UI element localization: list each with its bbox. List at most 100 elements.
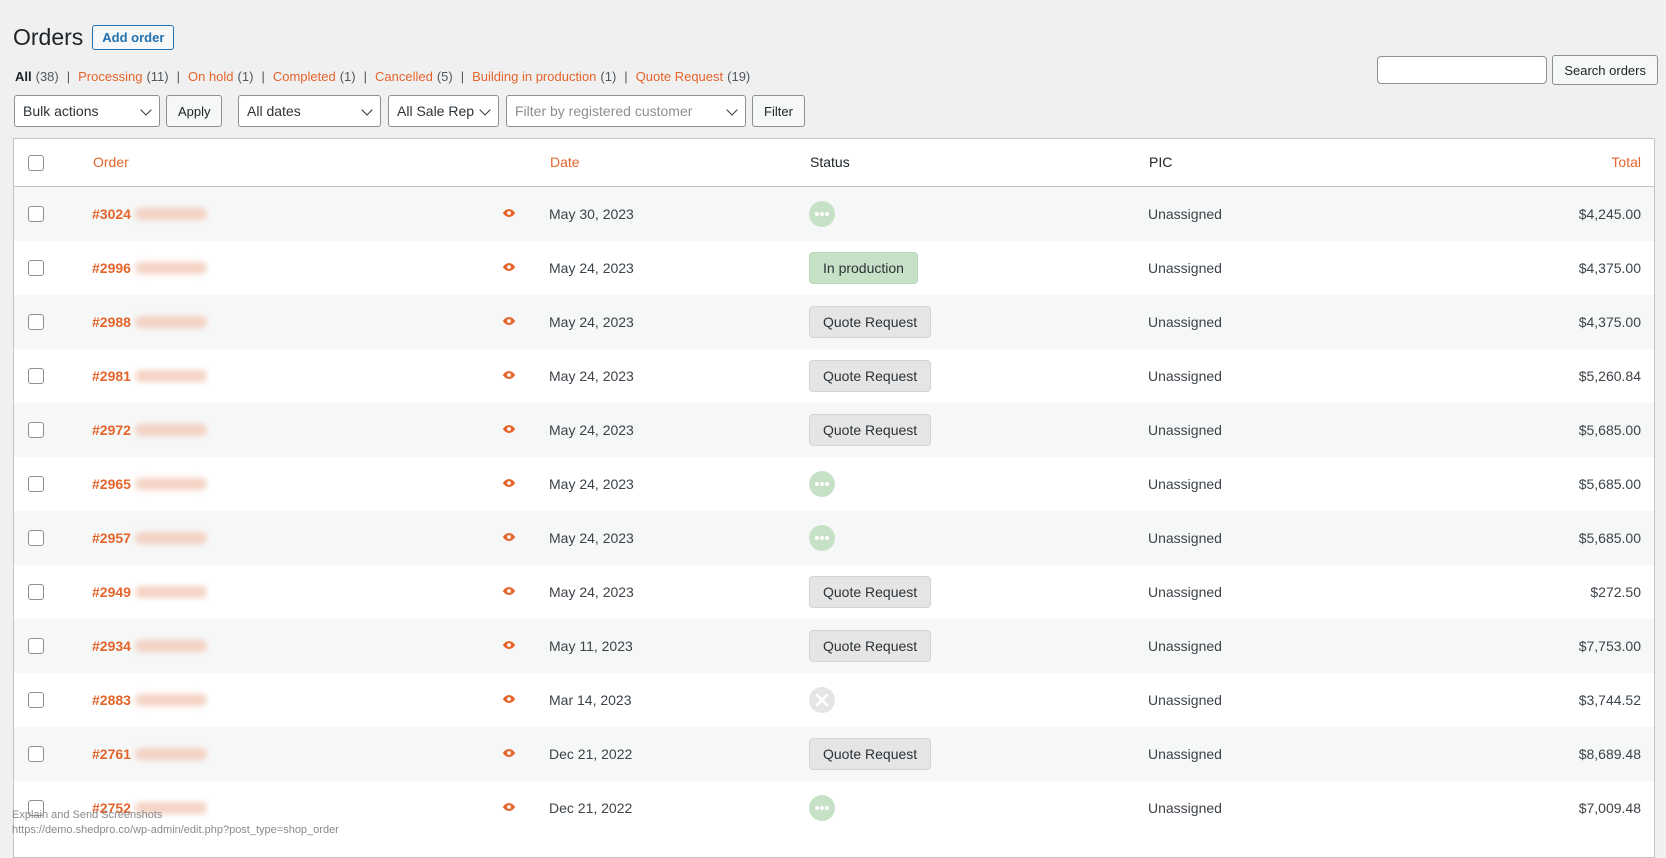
order-date: May 24, 2023 [549,422,634,438]
table-row[interactable]: #2949 May 24, 2023 Quote Request Unassigned… [14,565,1654,619]
pic-cell: Unassigned [1148,565,1222,619]
column-total[interactable]: Total [1611,139,1641,186]
preview-cell [502,403,516,457]
status-filter-processing[interactable]: Processing (11) [78,69,168,84]
row-checkbox[interactable] [28,530,44,546]
preview-cell [502,511,516,565]
date-cell: May 24, 2023 [549,349,634,403]
row-checkbox[interactable] [28,314,44,330]
status-filter-building-in-production[interactable]: Building in production (1) [472,69,616,84]
pic-value: Unassigned [1148,692,1222,708]
column-pic: PIC [1149,154,1173,170]
status-filter-label: On hold [188,69,234,84]
pic-value: Unassigned [1148,800,1222,816]
order-link[interactable]: #2934 [92,638,131,654]
eye-icon[interactable] [502,746,516,763]
status-filter-quote-request[interactable]: Quote Request (19) [636,69,751,84]
order-link[interactable]: #2988 [92,314,131,330]
status-filter-cancelled[interactable]: Cancelled (5) [375,69,453,84]
row-checkbox[interactable] [28,746,44,762]
date-cell: May 24, 2023 [549,511,634,565]
status-filter-completed[interactable]: Completed (1) [273,69,356,84]
dates-select[interactable]: All dates [238,95,381,127]
eye-icon[interactable] [502,800,516,817]
table-row[interactable]: #2981 May 24, 2023 Quote Request Unassigned… [14,349,1654,403]
chevron-down-icon [361,104,373,116]
apply-button[interactable]: Apply [166,95,222,127]
eye-icon[interactable] [502,314,516,331]
status-cell: Quote Request [809,619,932,673]
customer-filter-select[interactable]: Filter by registered customer [506,95,746,127]
order-total: $4,375.00 [1578,260,1641,276]
status-filter-label: Completed [272,69,336,84]
order-total: $5,685.00 [1578,422,1641,438]
eye-icon[interactable] [502,584,516,601]
select-all-checkbox[interactable] [28,154,44,171]
order-total: $3,744.52 [1578,692,1641,708]
order-link[interactable]: #2965 [92,476,131,492]
pic-value: Unassigned [1148,638,1222,654]
eye-icon[interactable] [502,530,516,547]
sale-rep-select[interactable]: All Sale Rep [388,95,499,127]
order-date: May 30, 2023 [549,206,634,222]
date-cell: May 24, 2023 [549,403,634,457]
row-checkbox[interactable] [28,584,44,600]
order-link[interactable]: #2957 [92,530,131,546]
filter-button[interactable]: Filter [752,95,805,127]
eye-icon[interactable] [502,476,516,493]
redacted-customer-name [134,532,207,544]
table-row[interactable]: #3024 May 30, 2023 Unassigned $4,245.00 [14,187,1654,241]
order-link[interactable]: #2949 [92,584,131,600]
eye-icon[interactable] [502,638,516,655]
preview-cell [502,565,516,619]
order-link[interactable]: #2883 [92,692,131,708]
order-link[interactable]: #3024 [92,206,131,222]
order-link[interactable]: #2996 [92,260,131,276]
column-order[interactable]: Order [93,139,129,186]
row-checkbox[interactable] [28,422,44,438]
status-cell [809,187,835,241]
redacted-customer-name [134,208,207,220]
order-total: $7,753.00 [1578,638,1641,654]
status-filter-count: (1) [237,69,254,84]
row-checkbox[interactable] [28,206,44,222]
eye-icon[interactable] [502,692,516,709]
date-cell: Dec 21, 2022 [549,781,632,835]
row-checkbox[interactable] [28,476,44,492]
table-row[interactable]: #2996 May 24, 2023 In production Unassigned… [14,241,1654,295]
add-order-button[interactable]: Add order [92,24,175,50]
status-filter-all[interactable]: All (38) [15,69,59,84]
status-bar-text: Explain and Send Screenshots [12,809,163,821]
separator: | [261,69,265,84]
status-filter-on-hold[interactable]: On hold (1) [188,69,253,84]
table-row[interactable]: #2883 Mar 14, 2023 Unassigned $3,744.52 [14,673,1654,727]
search-orders-button[interactable]: Search orders [1552,55,1658,85]
row-checkbox-cell [28,187,44,241]
table-row[interactable]: #2972 May 24, 2023 Quote Request Unassigned… [14,403,1654,457]
table-row[interactable]: #2934 May 11, 2023 Quote Request Unassigned… [14,619,1654,673]
row-checkbox[interactable] [28,368,44,384]
order-cell: #2957 [92,511,207,565]
status-badge: In production [809,252,918,284]
table-row[interactable]: #2957 May 24, 2023 Unassigned $5,685.00 [14,511,1654,565]
order-link[interactable]: #2981 [92,368,131,384]
preview-cell [502,673,516,727]
eye-icon[interactable] [502,260,516,277]
row-checkbox[interactable] [28,692,44,708]
column-date[interactable]: Date [550,139,580,186]
search-input[interactable] [1377,56,1548,84]
table-row[interactable]: #2965 May 24, 2023 Unassigned $5,685.00 [14,457,1654,511]
order-link[interactable]: #2761 [92,746,131,762]
eye-icon[interactable] [502,422,516,439]
table-row[interactable]: #2761 Dec 21, 2022 Quote Request Unassigned… [14,727,1654,781]
table-row[interactable]: #2988 May 24, 2023 Quote Request Unassigned… [14,295,1654,349]
order-total: $4,375.00 [1578,314,1641,330]
bulk-actions-select[interactable]: Bulk actions [14,95,160,127]
status-badge: Quote Request [809,306,932,338]
order-link[interactable]: #2972 [92,422,131,438]
order-cell: #2761 [92,727,207,781]
eye-icon[interactable] [502,206,516,223]
eye-icon[interactable] [502,368,516,385]
row-checkbox[interactable] [28,260,44,276]
row-checkbox[interactable] [28,638,44,654]
